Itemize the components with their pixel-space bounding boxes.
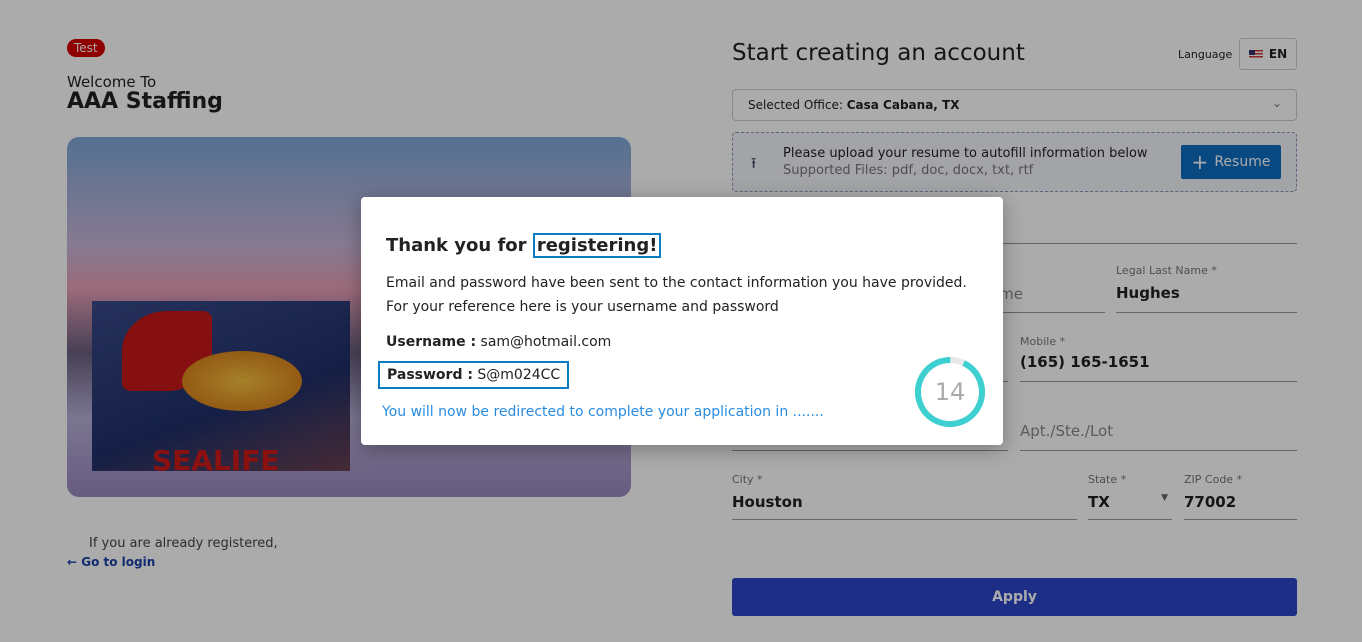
dialog-title: Thank you for registering! [386, 233, 662, 258]
username-value: sam@hotmail.com [480, 334, 612, 350]
countdown-number: 14 [934, 378, 966, 406]
title-prefix: Thank you for [386, 235, 533, 256]
redirect-message: You will now be redirected to complete y… [382, 404, 824, 420]
registration-success-dialog: Thank you for registering! Email and pas… [361, 197, 1003, 445]
dialog-message-2: For your reference here is your username… [386, 299, 779, 315]
dialog-message-1: Email and password have been sent to the… [386, 275, 967, 291]
countdown-timer: 14 [913, 355, 987, 429]
password-value: S@m024CC [477, 367, 561, 383]
password-label: Password : [387, 367, 473, 383]
title-highlight: registering! [532, 233, 662, 258]
password-row: Password : S@m024CC [378, 361, 570, 389]
username-label: Username : [386, 334, 477, 350]
